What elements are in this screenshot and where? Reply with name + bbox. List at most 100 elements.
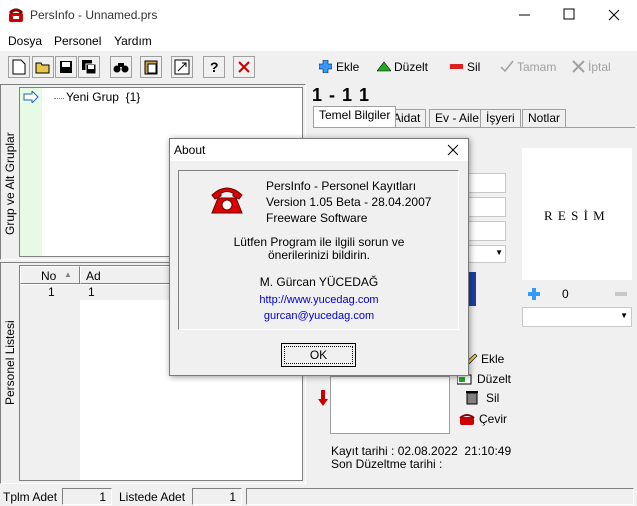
clipboard-icon <box>144 60 158 75</box>
cell-ad: 1 <box>88 285 95 299</box>
gender-select[interactable]: ▼ <box>466 245 506 263</box>
about-website-link[interactable]: http://www.yucedag.com <box>170 294 468 306</box>
status-list-value: 1 <box>229 490 236 504</box>
save-as-icon <box>82 60 97 75</box>
close-icon[interactable] <box>440 141 466 159</box>
surname-field[interactable] <box>466 197 506 217</box>
save-button[interactable] <box>55 56 77 78</box>
exit-button[interactable] <box>233 56 255 78</box>
add-record-button[interactable]: Ekle <box>318 58 370 76</box>
name-field[interactable] <box>466 173 506 193</box>
close-icon[interactable] <box>595 0 635 31</box>
check-icon <box>500 60 514 73</box>
binoculars-icon <box>113 63 129 73</box>
tab-ev-aile[interactable]: Ev - Aile <box>429 109 486 127</box>
title-bar: PersInfo - Unnamed.prs <box>0 0 637 31</box>
photo-add-button[interactable] <box>528 288 540 300</box>
photo-label: R E S İ M <box>544 208 606 223</box>
sort-arrow-icon: ▲ <box>64 270 72 279</box>
groups-panel-label: Grup ve Alt Gruplar <box>3 132 17 235</box>
export-icon <box>174 59 190 75</box>
tree-item-yeni-grup[interactable]: Yeni Grup {1} <box>66 90 140 104</box>
trash-icon <box>466 391 478 405</box>
tab-ev-aile-label: Ev - Aile <box>435 111 480 125</box>
save-as-button[interactable] <box>78 56 100 78</box>
maximize-icon[interactable] <box>550 0 590 31</box>
family-add-button[interactable]: Ekle <box>462 351 512 367</box>
column-no-label: No <box>41 269 57 283</box>
about-message-line1: Lütfen Program ile ilgili sorun ve <box>233 235 405 249</box>
tree-connector <box>54 98 64 99</box>
close-red-icon <box>238 61 250 73</box>
ok-record-label: Tamam <box>517 60 557 74</box>
about-author: M. Gürcan YÜCEDAĞ <box>259 275 379 289</box>
photo-counter: 0 <box>562 287 569 301</box>
about-version: Version 1.05 Beta - 28.04.2007 <box>266 195 432 209</box>
tab-temel-bilgiler[interactable]: Temel Bilgiler <box>313 106 397 127</box>
edit-record-label: Düzelt <box>394 60 429 74</box>
family-add-label: Ekle <box>481 352 505 366</box>
help-button[interactable]: ? <box>203 56 225 78</box>
column-ad-label: Ad <box>86 269 101 283</box>
edit-record-button[interactable]: Düzelt <box>376 58 436 76</box>
about-ok-label: OK <box>284 346 353 364</box>
svg-text:?: ? <box>210 59 219 75</box>
modified-date: Son Düzeltme tarihi : <box>331 457 443 471</box>
cell-no: 1 <box>48 285 55 299</box>
tab-notlar[interactable]: Notlar <box>522 109 567 127</box>
family-turn-button[interactable]: Çevir <box>458 411 508 427</box>
tab-isyeri-label: İşyeri <box>486 111 515 125</box>
tab-isyeri[interactable]: İşyeri <box>480 109 521 127</box>
folder-open-icon <box>35 62 50 74</box>
about-email-link[interactable]: gurcan@yucedag.com <box>170 310 468 322</box>
menu-personel[interactable]: Personel <box>54 34 101 48</box>
no-column-shade <box>20 300 80 480</box>
title-field[interactable] <box>466 221 506 241</box>
record-header: 1 - 1 1 <box>312 85 371 105</box>
photo-box[interactable]: R E S İ M <box>522 148 632 280</box>
export-button[interactable] <box>171 56 193 78</box>
paste-button[interactable] <box>140 56 162 78</box>
chevron-down-icon: ▼ <box>495 248 503 257</box>
created-date: Kayıt tarihi : 02.08.2022 21:10:49 <box>331 444 512 458</box>
family-list[interactable] <box>330 376 450 434</box>
delete-record-button[interactable]: Sil <box>450 58 490 76</box>
cancel-record-button[interactable]: İptal <box>572 58 622 76</box>
plus-icon <box>528 288 540 300</box>
column-header-no[interactable]: No ▲ <box>20 266 80 284</box>
x-icon <box>572 60 585 73</box>
personnel-panel-label: Personel Listesi <box>3 320 17 405</box>
minimize-icon[interactable] <box>505 0 545 31</box>
menu-dosya[interactable]: Dosya <box>8 34 42 48</box>
triangle-up-icon <box>377 61 391 72</box>
about-ok-button[interactable]: OK <box>281 343 356 367</box>
delete-record-label: Sil <box>467 60 481 74</box>
ok-record-button[interactable]: Tamam <box>500 58 560 76</box>
app-icon <box>8 7 24 23</box>
family-turn-label: Çevir <box>479 412 508 426</box>
menu-yardim[interactable]: Yardım <box>114 34 152 48</box>
open-button[interactable] <box>32 56 54 78</box>
status-total-box: 1 <box>62 488 112 505</box>
photo-remove-button[interactable] <box>615 292 627 296</box>
status-list-box: 1 <box>192 488 242 505</box>
minus-icon <box>450 64 463 69</box>
family-delete-button[interactable]: Sil <box>464 390 504 406</box>
about-message-line2: önerilerinizi bildirin. <box>267 248 371 262</box>
about-license: Freeware Software <box>266 211 368 225</box>
status-extra-box <box>246 488 634 505</box>
about-title-bar: About <box>170 139 468 161</box>
photo-select[interactable]: ▼ <box>522 307 632 327</box>
tab-temel-bilgiler-label: Temel Bilgiler <box>319 108 391 122</box>
new-file-icon <box>12 59 26 75</box>
find-button[interactable] <box>110 56 132 78</box>
telephone-icon <box>209 185 245 215</box>
window-title: PersInfo - Unnamed.prs <box>30 8 158 22</box>
plus-icon <box>319 60 332 73</box>
about-dialog: About PersInfo - Personel Kayıtları Vers… <box>169 138 469 376</box>
new-button[interactable] <box>8 56 30 78</box>
tab-notlar-label: Notlar <box>528 111 561 125</box>
about-title: About <box>174 143 206 157</box>
add-record-label: Ekle <box>336 60 360 74</box>
about-app-name: PersInfo - Personel Kayıtları <box>266 179 417 193</box>
